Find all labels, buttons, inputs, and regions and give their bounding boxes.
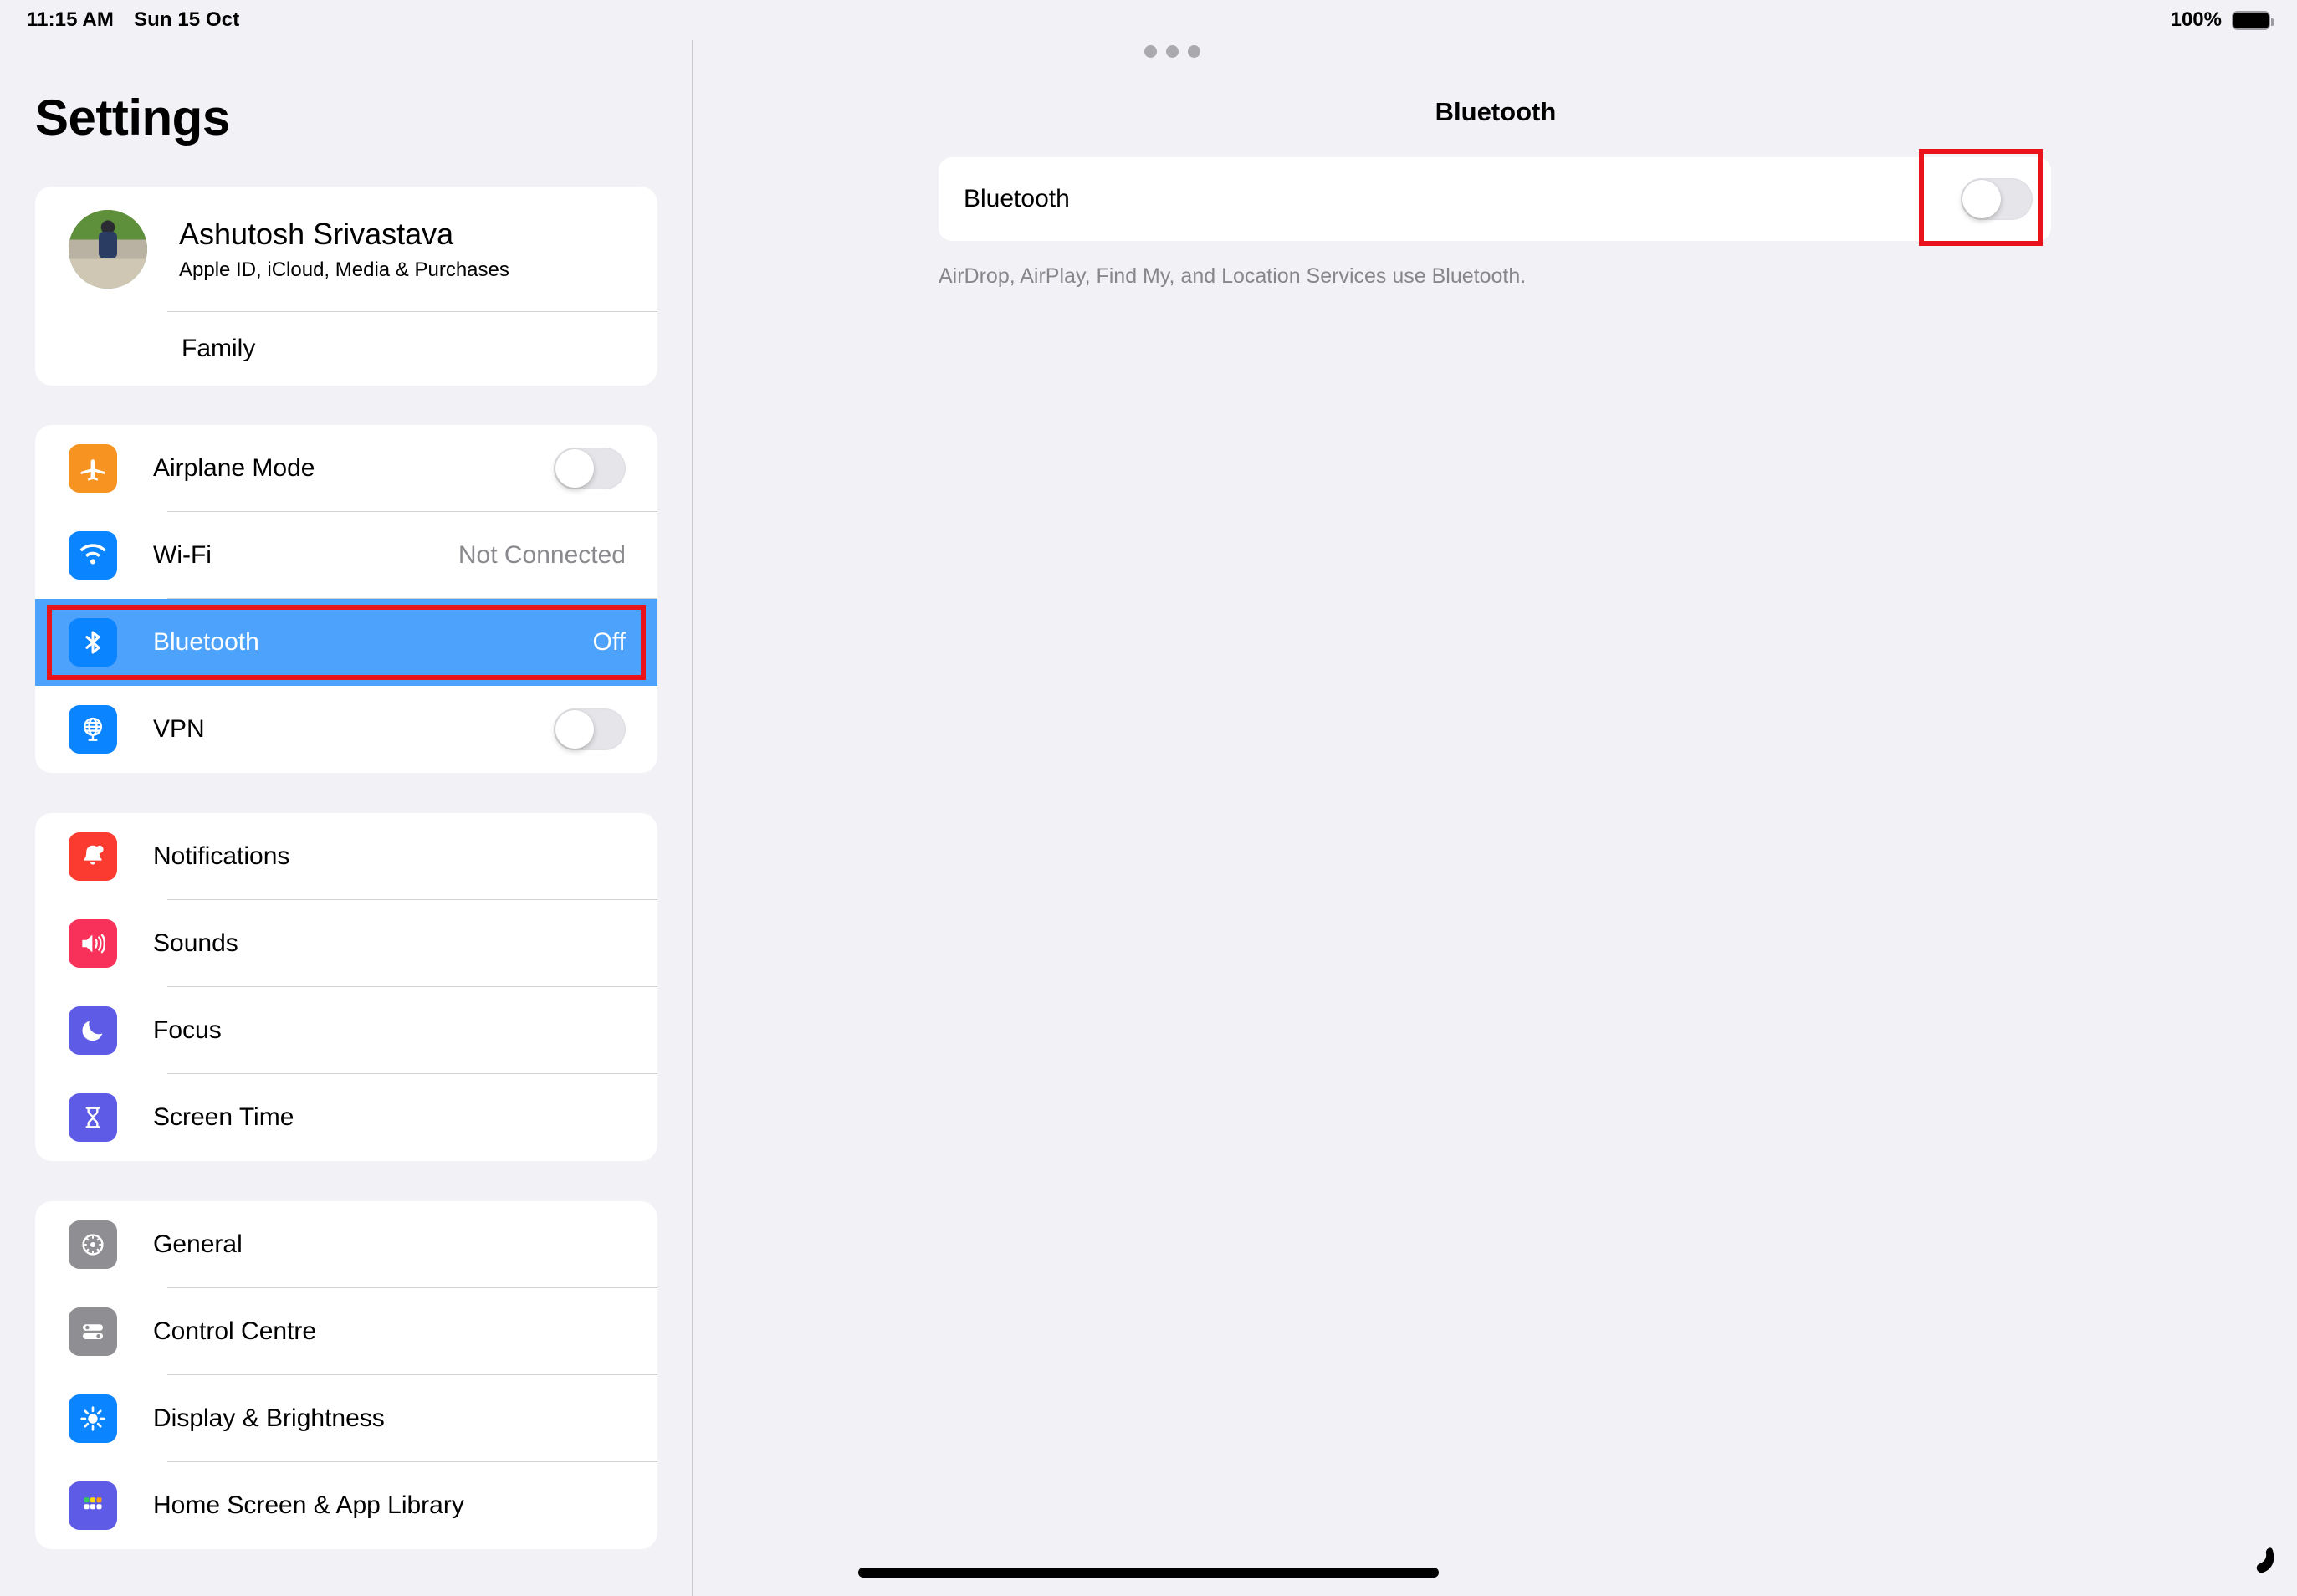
home-screen-icon — [69, 1481, 117, 1530]
sidebar-item-sounds[interactable]: Sounds — [35, 900, 657, 987]
family-label: Family — [182, 335, 256, 362]
sidebar-item-label: Airplane Mode — [153, 454, 315, 482]
sidebar-item-notifications[interactable]: Notifications — [35, 813, 657, 900]
bluetooth-detail-pane: Bluetooth Bluetooth AirDrop, AirPlay, Fi… — [694, 40, 2297, 1596]
avatar — [69, 210, 147, 289]
sidebar-item-vpn[interactable]: VPN — [35, 686, 657, 773]
airplane-mode-toggle[interactable] — [554, 448, 626, 489]
sidebar-item-screen-time[interactable]: Screen Time — [35, 1074, 657, 1161]
bluetooth-toggle-row[interactable]: Bluetooth — [939, 157, 2051, 241]
family-row[interactable]: Family — [35, 312, 657, 386]
status-time: 11:15 AM — [27, 8, 114, 31]
sidebar-item-airplane-mode[interactable]: Airplane Mode — [35, 425, 657, 512]
profile-name: Ashutosh Srivastava — [179, 217, 454, 252]
bluetooth-icon — [69, 618, 117, 667]
sidebar-item-home-screen-app-library[interactable]: Home Screen & App Library — [35, 1462, 657, 1549]
apple-id-row[interactable]: Ashutosh Srivastava Apple ID, iCloud, Me… — [35, 187, 657, 312]
sidebar-item-wifi[interactable]: Wi-Fi Not Connected — [35, 512, 657, 599]
settings-sidebar[interactable]: Settings Ashutosh Srivastava Apple ID, i… — [0, 40, 693, 1596]
sidebar-item-label: Control Centre — [153, 1317, 317, 1345]
ipad-settings-screen: 11:15 AM Sun 15 Oct 100% Settings Ashuto… — [0, 0, 2297, 1596]
home-indicator[interactable] — [858, 1568, 1439, 1578]
sidebar-item-label: Wi-Fi — [153, 541, 212, 569]
wifi-status-value: Not Connected — [458, 541, 626, 569]
bluetooth-row-label: Bluetooth — [964, 185, 1070, 212]
bell-icon — [69, 832, 117, 881]
annotation-box-bluetooth-row — [47, 605, 646, 680]
vpn-toggle[interactable] — [554, 708, 626, 750]
annotation-box-bluetooth-toggle — [1919, 149, 2043, 246]
general-group: General Control Centre Display & Brightn… — [35, 1201, 657, 1549]
status-bar-left: 11:15 AM Sun 15 Oct — [27, 8, 239, 32]
multitasking-handle-icon[interactable] — [1144, 45, 1200, 58]
notifications-group: Notifications Sounds Focus Screen Time — [35, 813, 657, 1161]
sidebar-item-display-brightness[interactable]: Display & Brightness — [35, 1375, 657, 1462]
profile-subtitle: Apple ID, iCloud, Media & Purchases — [179, 258, 509, 281]
sidebar-item-bluetooth[interactable]: Bluetooth Off — [35, 599, 657, 686]
status-bar: 11:15 AM Sun 15 Oct 100% — [0, 0, 2297, 40]
wifi-icon — [69, 531, 117, 580]
connectivity-group: Airplane Mode Wi-Fi Not Connected Blueto… — [35, 425, 657, 773]
detail-title: Bluetooth — [1435, 97, 1557, 126]
sidebar-item-control-centre[interactable]: Control Centre — [35, 1288, 657, 1375]
speaker-icon — [69, 919, 117, 968]
sidebar-item-label: Focus — [153, 1016, 222, 1044]
sidebar-item-focus[interactable]: Focus — [35, 987, 657, 1074]
brightness-icon — [69, 1394, 117, 1443]
pointer-cursor-icon — [2256, 1547, 2274, 1573]
airplane-icon — [69, 444, 117, 493]
sidebar-item-general[interactable]: General — [35, 1201, 657, 1288]
bluetooth-status-value: Off — [592, 628, 626, 656]
sidebar-item-label: VPN — [153, 715, 205, 743]
moon-icon — [69, 1006, 117, 1055]
profile-card: Ashutosh Srivastava Apple ID, iCloud, Me… — [35, 187, 657, 386]
sidebar-item-label: Home Screen & App Library — [153, 1491, 464, 1519]
battery-percent-label: 100% — [2170, 8, 2222, 31]
vpn-globe-icon — [69, 705, 117, 754]
status-date: Sun 15 Oct — [133, 8, 240, 31]
sidebar-item-label: Display & Brightness — [153, 1404, 385, 1432]
control-centre-icon — [69, 1307, 117, 1356]
hourglass-icon — [69, 1093, 117, 1142]
gear-icon — [69, 1220, 117, 1269]
sidebar-item-label: Sounds — [153, 929, 238, 957]
family-avatars — [69, 323, 156, 375]
battery-icon — [2232, 10, 2274, 30]
sidebar-item-label: Screen Time — [153, 1103, 294, 1131]
bluetooth-footer-text: AirDrop, AirPlay, Find My, and Location … — [939, 264, 1527, 288]
sidebar-item-label: General — [153, 1230, 243, 1258]
status-bar-right: 100% — [2170, 8, 2274, 32]
page-title: Settings — [35, 90, 230, 146]
sidebar-item-label: Notifications — [153, 842, 290, 870]
sidebar-item-label: Bluetooth — [153, 628, 259, 656]
